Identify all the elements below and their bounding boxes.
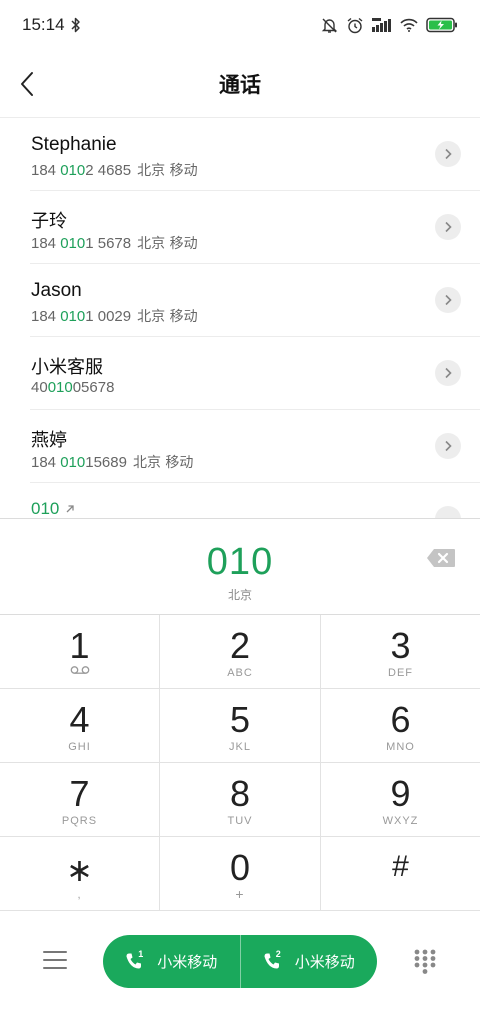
key-3[interactable]: 3 DEF <box>321 615 480 689</box>
contact-name: 燕婷 <box>31 430 67 451</box>
phone-sim1-icon: 1 <box>125 949 147 972</box>
status-time: 15:14 <box>22 15 65 34</box>
contact-name: Jason <box>31 280 82 301</box>
bottom-bar: 1 小米移动 2 小米移动 <box>0 910 480 1013</box>
chevron-right-icon <box>445 440 452 452</box>
signal-icon <box>372 18 391 32</box>
phone-sim2-icon: 2 <box>263 949 285 972</box>
backspace-button[interactable] <box>426 548 456 570</box>
call-sim1-label: 小米移动 <box>157 953 218 971</box>
contact-number: 4001005678 <box>31 379 115 396</box>
number-location: 北京 移动 <box>132 455 194 471</box>
number-location: 北京 移动 <box>137 236 198 252</box>
contact-number: 184 0101 5678 北京 移动 <box>31 235 198 252</box>
chevron-right-icon <box>445 294 452 306</box>
number-location: 北京 移动 <box>137 163 198 179</box>
page-title: 通话 <box>219 74 261 97</box>
contact-detail-button[interactable] <box>435 214 461 240</box>
wifi-icon <box>400 18 418 32</box>
battery-charging-icon <box>426 17 457 33</box>
recent-number: 010 <box>31 499 75 518</box>
dialpad: 1 2 ABC 3 DEF 4 GHI 5 JKL 6 MNO 7 PQRS 8… <box>0 615 480 911</box>
contact-name: 小米客服 <box>31 357 103 378</box>
dialpad-icon <box>414 949 436 974</box>
chevron-right-icon <box>445 148 452 160</box>
call-buttons: 1 小米移动 2 小米移动 <box>103 935 377 988</box>
chevron-right-icon <box>445 221 452 233</box>
dial-display: 010 北京 <box>0 518 480 615</box>
call-sim2-label: 小米移动 <box>294 953 355 971</box>
key-hash[interactable]: # <box>321 837 480 911</box>
list-item[interactable]: 燕婷 184 01015689 北京 移动 <box>30 410 480 483</box>
key-4[interactable]: 4 GHI <box>0 689 160 763</box>
contact-detail-button[interactable] <box>435 433 461 459</box>
list-item[interactable]: Stephanie 184 0102 4685 北京 移动 <box>30 118 480 191</box>
key-2[interactable]: 2 ABC <box>160 615 321 689</box>
key-5[interactable]: 5 JKL <box>160 689 321 763</box>
contact-number: 184 0102 4685 北京 移动 <box>31 162 198 179</box>
contact-name: Stephanie <box>31 134 117 155</box>
voicemail-icon <box>70 666 89 674</box>
back-button[interactable] <box>12 69 42 99</box>
results-list: Stephanie 184 0102 4685 北京 移动 子玲 184 0101… <box>0 118 480 518</box>
contact-detail-button[interactable] <box>435 360 461 386</box>
bell-muted-icon <box>321 18 338 33</box>
bluetooth-icon <box>71 17 80 33</box>
call-sim1-button[interactable]: 1 小米移动 <box>103 935 240 988</box>
key-1[interactable]: 1 <box>0 615 160 689</box>
alarm-icon <box>347 17 363 33</box>
number-location: 北京 移动 <box>137 309 198 325</box>
list-item[interactable]: 小米客服 4001005678 <box>30 337 480 410</box>
key-9[interactable]: 9 WXYZ <box>321 763 480 837</box>
dialed-location: 北京 <box>227 588 252 602</box>
key-7[interactable]: 7 PQRS <box>0 763 160 837</box>
header: 通话 <box>0 55 480 113</box>
key-star[interactable]: ∗ , <box>0 837 160 911</box>
chevron-right-icon <box>445 367 452 379</box>
contact-number: 184 01015689 北京 移动 <box>31 454 194 471</box>
contact-detail-button[interactable] <box>435 287 461 313</box>
dialed-number: 010 <box>206 541 274 583</box>
key-6[interactable]: 6 MNO <box>321 689 480 763</box>
contact-name: 子玲 <box>31 211 67 232</box>
list-item[interactable]: 子玲 184 0101 5678 北京 移动 <box>30 191 480 264</box>
dialpad-toggle-button[interactable] <box>413 948 437 974</box>
outgoing-arrow-icon <box>66 505 75 513</box>
menu-icon <box>43 951 67 953</box>
list-item[interactable]: 010 <box>30 483 480 518</box>
key-8[interactable]: 8 TUV <box>160 763 321 837</box>
list-item[interactable]: Jason 184 0101 0029 北京 移动 <box>30 264 480 337</box>
menu-button[interactable] <box>41 948 69 972</box>
contact-detail-button[interactable] <box>435 141 461 167</box>
call-sim2-button[interactable]: 2 小米移动 <box>241 935 378 988</box>
contact-number: 184 0101 0029 北京 移动 <box>31 308 198 325</box>
key-0[interactable]: 0 + <box>160 837 321 911</box>
contact-detail-button[interactable] <box>435 506 461 518</box>
status-bar: 15:14 <box>0 0 480 50</box>
backspace-icon <box>427 549 455 567</box>
chevron-left-icon <box>21 72 33 96</box>
